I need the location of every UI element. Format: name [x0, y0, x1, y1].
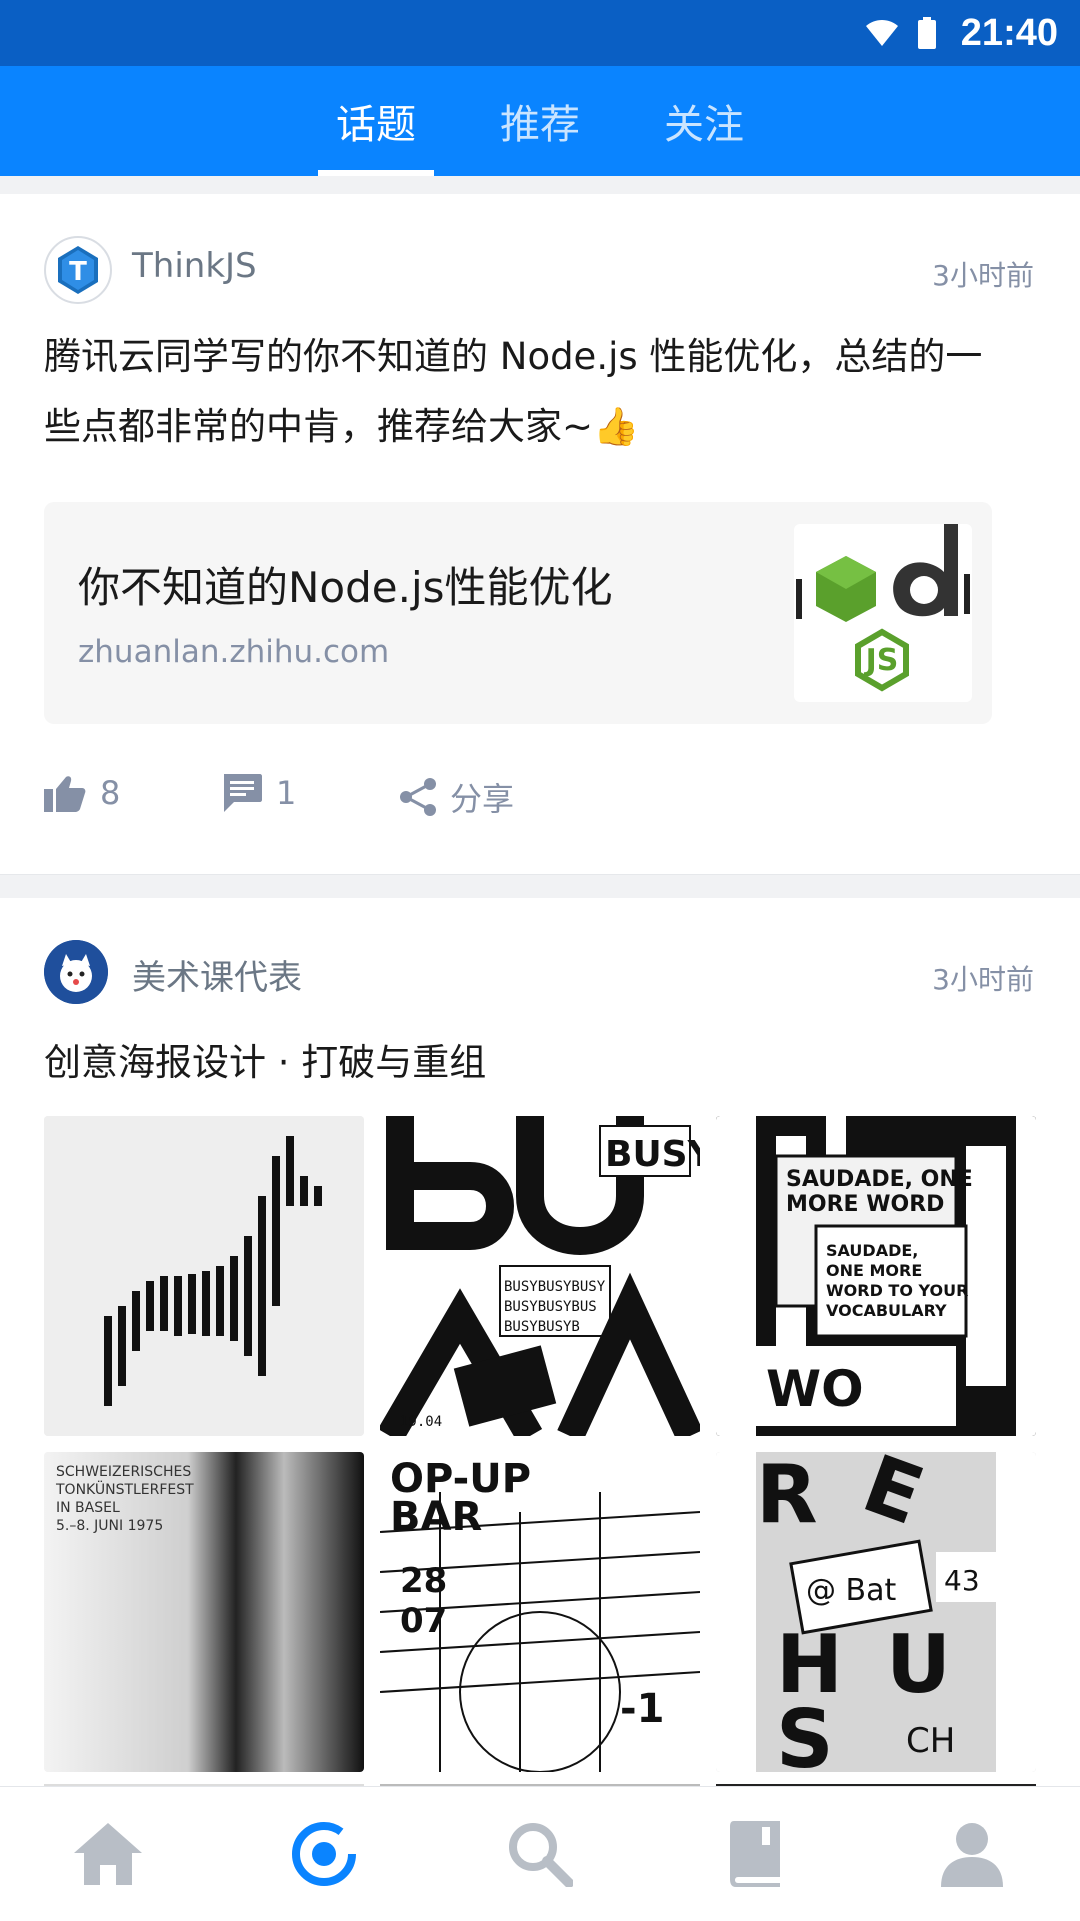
- tab-label: 推荐: [500, 102, 580, 148]
- svg-text:BAR: BAR: [390, 1494, 482, 1540]
- svg-text:28: 28: [400, 1561, 447, 1601]
- cat-avatar-icon: [44, 940, 108, 1004]
- link-title: 你不知道的Node.js性能优化: [78, 563, 613, 612]
- post-text-line: 腾讯云同学写的你不知道的 Node.js 性能优化，总结的一: [44, 335, 983, 378]
- nav-discover[interactable]: [216, 1787, 432, 1921]
- battery-icon: [917, 17, 936, 49]
- tab-label: 关注: [664, 102, 744, 148]
- svg-text:BUSYBUSYBUS: BUSYBUSYBUS: [504, 1299, 597, 1315]
- svg-text:SCHWEIZERISCHES: SCHWEIZERISCHES: [56, 1464, 191, 1480]
- poster-image-pop-up-bar[interactable]: OP-UP BAR 28 07 -1: [380, 1452, 700, 1772]
- poster-image-tonkunstlerfest[interactable]: SCHWEIZERISCHES TONKÜNSTLERFEST IN BASEL…: [44, 1452, 364, 1772]
- profile-icon: [941, 1823, 1003, 1887]
- svg-text:WO: WO: [766, 1360, 864, 1418]
- post-card[interactable]: T ThinkJS 3小时前 腾讯云同学写的你不知道的 Node.js 性能优化…: [0, 194, 1080, 874]
- svg-text:07: 07: [400, 1601, 447, 1641]
- avatar[interactable]: T: [44, 236, 112, 304]
- poster-image-saudade[interactable]: SAUDADE, ONE MORE WORD SAUDADE, ONE MORE…: [716, 1116, 1036, 1436]
- tab-label: 话题: [336, 102, 416, 148]
- poster-image-busy[interactable]: BUSY BUSYBUSYBUSY BUSYBUSYBUS BUSYBUSYB …: [380, 1116, 700, 1436]
- tab-recommended[interactable]: 推荐: [482, 66, 598, 176]
- svg-text:WORD TO YOUR: WORD TO YOUR: [826, 1281, 968, 1300]
- tab-following[interactable]: 关注: [646, 66, 762, 176]
- svg-text:U: U: [886, 1618, 951, 1711]
- svg-text:@ Bat: @ Bat: [806, 1573, 897, 1608]
- nav-book[interactable]: [648, 1787, 864, 1921]
- poster-image-deer[interactable]: [44, 1116, 364, 1436]
- svg-text:43: 43: [944, 1564, 980, 1597]
- svg-text:S: S: [776, 1693, 834, 1772]
- svg-text:R: R: [756, 1452, 818, 1541]
- wifi-icon: [865, 20, 898, 46]
- svg-text:ONE MORE: ONE MORE: [826, 1261, 922, 1280]
- thumbs-up-icon: [44, 776, 86, 812]
- like-count: 8: [100, 774, 121, 812]
- poster-image-red-bat[interactable]: R E @ Bat 43 H U S CH: [716, 1452, 1036, 1772]
- author-name[interactable]: 美术课代表: [132, 950, 302, 999]
- discover-icon: [292, 1822, 356, 1886]
- svg-text:JS: JS: [864, 643, 899, 678]
- post-text: 创意海报设计 · 打破与重组: [44, 1041, 487, 1084]
- svg-text:-1: -1: [620, 1686, 664, 1732]
- svg-text:BUSYBUSYBUSY: BUSYBUSYBUSY: [504, 1279, 606, 1295]
- search-icon: [509, 1823, 573, 1887]
- comment-button[interactable]: 1: [222, 774, 296, 812]
- like-button[interactable]: 8: [44, 774, 120, 812]
- avatar[interactable]: [44, 940, 108, 1004]
- tab-topics[interactable]: 话题: [318, 66, 434, 176]
- book-icon: [730, 1821, 780, 1887]
- svg-text:BUSY: BUSY: [605, 1134, 700, 1175]
- section-divider: [0, 176, 1080, 194]
- svg-text:5.–8. JUNI 1975: 5.–8. JUNI 1975: [56, 1518, 163, 1534]
- share-icon: [400, 778, 436, 816]
- bottom-navigation: [0, 1786, 1080, 1921]
- svg-text:VOCABULARY: VOCABULARY: [826, 1301, 947, 1320]
- comment-icon: [224, 774, 262, 812]
- post-card[interactable]: 美术课代表 3小时前 创意海报设计 · 打破与重组 BUS BUSYBUSYBU…: [0, 898, 1080, 1790]
- svg-text:SAUDADE, ONE: SAUDADE, ONE: [786, 1167, 973, 1192]
- svg-text:IN BASEL: IN BASEL: [56, 1500, 120, 1516]
- share-label: 分享: [450, 780, 515, 818]
- thinkjs-logo-icon: T: [58, 246, 98, 294]
- post-time: 3小时前: [932, 259, 1034, 292]
- top-tab-bar: 话题 推荐 关注: [0, 66, 1080, 176]
- svg-text:SAUDADE,: SAUDADE,: [826, 1241, 918, 1260]
- svg-text:MORE WORD: MORE WORD: [786, 1192, 944, 1217]
- post-text-line: 些点都非常的中肯，推荐给大家~👍: [44, 405, 640, 448]
- nav-home[interactable]: [0, 1787, 216, 1921]
- link-card[interactable]: 你不知道的Node.js性能优化 zhuanlan.zhihu.com JS: [44, 502, 992, 724]
- status-bar: 21:40: [0, 0, 1080, 66]
- author-name[interactable]: ThinkJS: [132, 246, 257, 286]
- post-text: 腾讯云同学写的你不知道的 Node.js 性能优化，总结的一 些点都非常的中肯，…: [44, 322, 1044, 462]
- svg-text:T: T: [69, 257, 87, 287]
- nodejs-logo-thumbnail: JS: [794, 524, 972, 702]
- share-button[interactable]: 分享: [400, 774, 514, 820]
- svg-text:19.04: 19.04: [400, 1414, 442, 1430]
- status-time: 21:40: [960, 11, 1058, 54]
- post-time: 3小时前: [932, 963, 1034, 996]
- svg-text:BUSYBUSYB: BUSYBUSYB: [504, 1319, 580, 1335]
- svg-text:CH: CH: [906, 1721, 955, 1761]
- comment-count: 1: [276, 774, 297, 812]
- link-host: zhuanlan.zhihu.com: [78, 634, 390, 670]
- nav-search[interactable]: [432, 1787, 648, 1921]
- svg-text:TONKÜNSTLERFEST: TONKÜNSTLERFEST: [55, 1480, 194, 1498]
- section-divider: [0, 874, 1080, 899]
- home-icon: [74, 1823, 142, 1885]
- nav-profile[interactable]: [864, 1787, 1080, 1921]
